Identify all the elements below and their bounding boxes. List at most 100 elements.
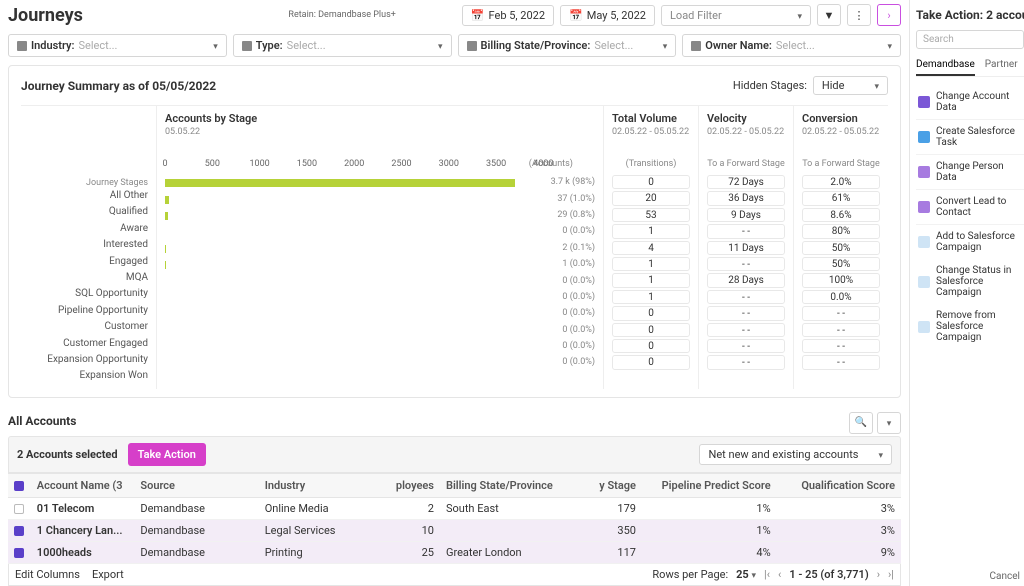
- action-icon: [918, 201, 930, 213]
- hidden-stages-select[interactable]: Hide: [813, 76, 888, 95]
- action-label: Change Person Data: [936, 161, 1022, 183]
- search-button[interactable]: 🔍: [849, 412, 873, 434]
- stage-bar[interactable]: [165, 179, 515, 187]
- action-icon: [918, 276, 930, 288]
- date-to[interactable]: 📅 May 5, 2022: [560, 5, 655, 26]
- col-header[interactable]: Industry: [259, 473, 383, 497]
- filter-button[interactable]: ▼: [817, 4, 841, 26]
- sidebar-tab[interactable]: Partner: [985, 59, 1018, 76]
- scope-select[interactable]: Net new and existing accounts: [699, 444, 892, 465]
- stage-label: SQL Opportunity: [21, 286, 148, 302]
- volume-cell: 1: [612, 257, 690, 271]
- sidebar-title: Take Action: 2 accounts: [916, 4, 1024, 30]
- date-from[interactable]: 📅 Feb 5, 2022: [462, 5, 554, 26]
- load-filter-select[interactable]: Load Filter: [661, 5, 811, 26]
- col-header[interactable]: Source: [134, 473, 258, 497]
- bar-value: 0 (0.0%): [562, 226, 595, 236]
- chart-title: Accounts by Stage: [165, 112, 595, 125]
- velocity-cell: - -: [707, 323, 785, 337]
- page-title: Journeys: [8, 5, 83, 26]
- sidebar-action[interactable]: Change Account Data: [916, 85, 1024, 120]
- sidebar-action[interactable]: Add to Salesforce Campaign: [916, 225, 1024, 259]
- sidebar-search[interactable]: Search: [916, 30, 1024, 49]
- page-range: 1 - 25 (of 3,771): [789, 568, 868, 581]
- rpp-select[interactable]: 25: [736, 568, 756, 581]
- col-header[interactable]: Billing State/Province: [440, 473, 575, 497]
- velocity-cell: - -: [707, 224, 785, 238]
- velocity-title: Velocity: [707, 112, 785, 125]
- next-button[interactable]: ›: [877, 4, 901, 26]
- stage-label: Expansion Won: [21, 368, 148, 384]
- page-last[interactable]: ›|: [888, 568, 894, 581]
- take-action-button[interactable]: Take Action: [128, 443, 206, 466]
- edit-columns-button[interactable]: Edit Columns: [15, 568, 80, 581]
- summary-title: Journey Summary as of 05/05/2022: [21, 79, 216, 93]
- sidebar-action[interactable]: Change Person Data: [916, 155, 1024, 190]
- action-icon: [918, 96, 930, 108]
- retain-label: Retain: Demandbase Plus+: [288, 10, 395, 20]
- filter-type[interactable]: Type:Select...: [233, 34, 452, 57]
- action-icon: [918, 131, 930, 143]
- journey-summary-panel: Journey Summary as of 05/05/2022 Hidden …: [8, 65, 901, 398]
- sidebar-tab[interactable]: Demandbase: [916, 59, 975, 76]
- stage-label: Engaged: [21, 254, 148, 270]
- filter-billing[interactable]: Billing State/Province:Select...: [458, 34, 677, 57]
- volume-cell: 1: [612, 273, 690, 287]
- col-header[interactable]: Qualification Score: [777, 473, 901, 497]
- page-prev[interactable]: ‹: [778, 568, 781, 581]
- col-header[interactable]: Account Name (3: [31, 473, 135, 497]
- row-checkbox[interactable]: [14, 504, 24, 514]
- velocity-cell: 28 Days: [707, 273, 785, 287]
- volume-sub: (Transitions): [612, 159, 690, 175]
- velocity-cell: - -: [707, 290, 785, 304]
- volume-cell: 0: [612, 355, 690, 369]
- stage-bar[interactable]: [165, 196, 169, 204]
- cancel-button[interactable]: Cancel: [990, 571, 1020, 582]
- row-checkbox[interactable]: [14, 526, 24, 536]
- calendar-icon: 📅: [471, 9, 485, 22]
- col-header[interactable]: Pipeline Predict Score: [642, 473, 777, 497]
- select-all-checkbox[interactable]: [14, 481, 24, 491]
- chevron-down-icon: [438, 39, 443, 52]
- stage-label: Customer: [21, 319, 148, 335]
- volume-range: 02.05.22 - 05.05.22: [612, 127, 690, 137]
- col-header[interactable]: y Stage: [575, 473, 642, 497]
- axis-tick: 3500: [486, 159, 506, 169]
- col-header[interactable]: ployees: [383, 473, 440, 497]
- stage-label: All Other: [21, 188, 148, 204]
- table-row[interactable]: 1000headsDemandbasePrinting25Greater Lon…: [8, 541, 901, 563]
- sidebar-action[interactable]: Convert Lead to Contact: [916, 190, 1024, 225]
- sidebar-action[interactable]: Change Status in Salesforce Campaign: [916, 259, 1024, 304]
- table-row[interactable]: 01 TelecomDemandbaseOnline Media2South E…: [8, 497, 901, 519]
- more-button[interactable]: ⋮: [847, 4, 871, 26]
- page-next[interactable]: ›: [877, 568, 880, 581]
- table-row[interactable]: 1 Chancery Lan...DemandbaseLegal Service…: [8, 519, 901, 541]
- filter-owner[interactable]: Owner Name:Select...: [682, 34, 901, 57]
- stage-label: Customer Engaged: [21, 336, 148, 352]
- bar-value: 0 (0.0%): [562, 276, 595, 286]
- conversion-title: Conversion: [802, 112, 880, 125]
- filter-industry[interactable]: Industry:Select...: [8, 34, 227, 57]
- volume-cell: 0: [612, 323, 690, 337]
- conversion-sub: To a Forward Stage: [802, 159, 880, 175]
- axis-tick: 2500: [391, 159, 411, 169]
- row-checkbox[interactable]: [14, 548, 24, 558]
- conversion-cell: 80%: [802, 224, 880, 238]
- axis-unit: (Accounts): [529, 159, 573, 169]
- page-first[interactable]: |‹: [764, 568, 770, 581]
- sidebar-action[interactable]: Remove from Salesforce Campaign: [916, 304, 1024, 349]
- volume-cell: 0: [612, 339, 690, 353]
- volume-cell: 0: [612, 175, 690, 189]
- bar-value: 29 (0.8%): [557, 210, 595, 220]
- hidden-stages-label: Hidden Stages:: [733, 79, 807, 92]
- sidebar-action[interactable]: Create Salesforce Task: [916, 120, 1024, 155]
- conversion-cell: 100%: [802, 273, 880, 287]
- export-button[interactable]: Export: [92, 568, 124, 581]
- more-accounts-button[interactable]: [877, 412, 901, 434]
- chevron-down-icon: [874, 79, 879, 92]
- stage-bar[interactable]: [165, 212, 168, 220]
- stage-label: Interested: [21, 237, 148, 253]
- volume-title: Total Volume: [612, 112, 690, 125]
- kebab-icon: ⋮: [854, 9, 865, 22]
- velocity-cell: 72 Days: [707, 175, 785, 189]
